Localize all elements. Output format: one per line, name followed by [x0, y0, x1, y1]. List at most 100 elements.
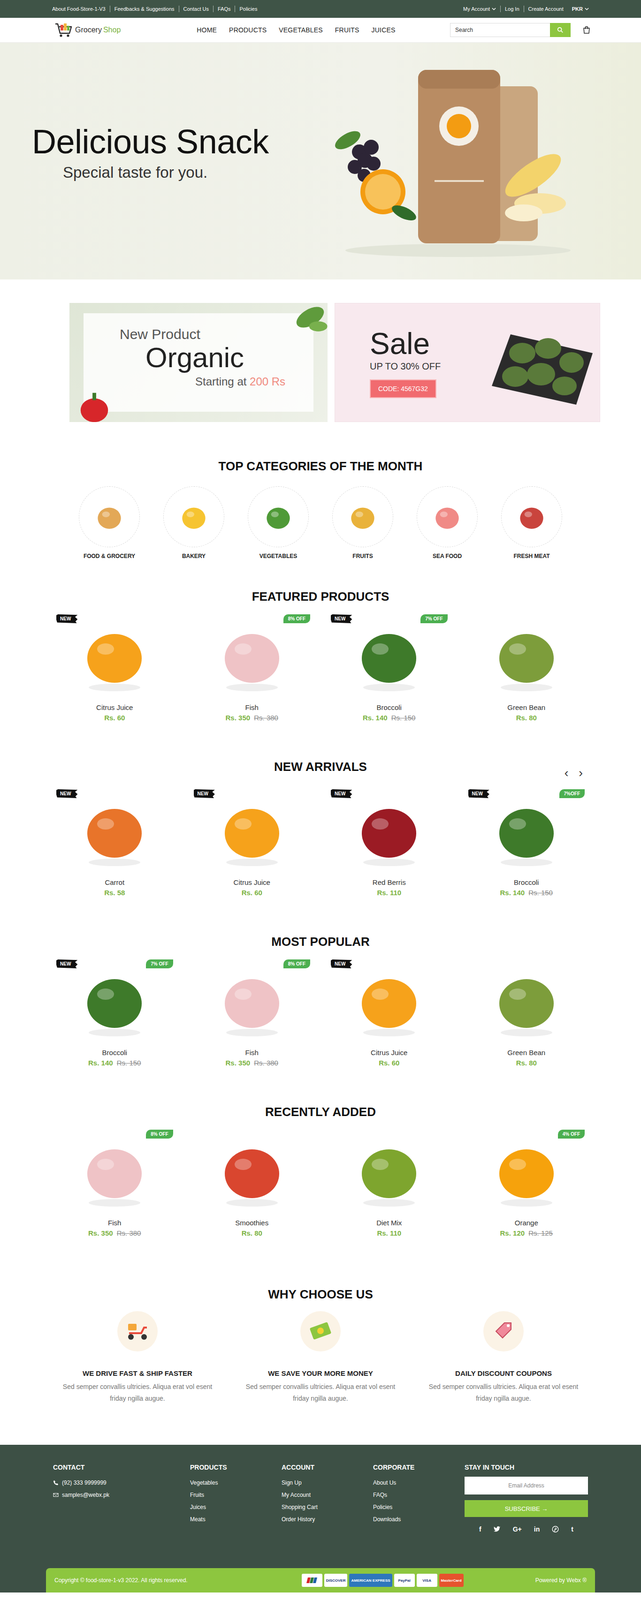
- account-link[interactable]: Create Account: [523, 5, 568, 13]
- product-price: Rs. 60: [378, 1058, 400, 1069]
- nav-item[interactable]: HOME: [196, 26, 217, 34]
- account-link[interactable]: Log In: [500, 5, 524, 13]
- hero-title: Delicious Snack: [31, 122, 269, 161]
- nav-item[interactable]: PRODUCTS: [228, 26, 267, 34]
- footer-link[interactable]: Juices: [190, 1502, 207, 1515]
- footer-heading: CONTACT: [53, 1464, 85, 1473]
- contact-phone[interactable]: (92) 333 9999999: [53, 1477, 107, 1490]
- twitter-icon[interactable]: [493, 1526, 501, 1534]
- product-image-icon: [486, 617, 567, 698]
- discount-badge: 8% OFF: [283, 960, 311, 970]
- carousel-arrow[interactable]: ›: [578, 767, 583, 780]
- product-card[interactable]: NEWCitrus JuiceRs. 60: [45, 612, 184, 724]
- top-link[interactable]: Feedbacks & Suggestions: [109, 5, 179, 13]
- subscribe-button[interactable]: SUBSCRIBE →: [464, 1501, 588, 1519]
- product-card[interactable]: NEW7%OFFBroccoliRs. 140 Rs. 150: [457, 787, 596, 899]
- social-link[interactable]: f: [479, 1526, 482, 1534]
- top-link[interactable]: About Food-Store-1-V3: [47, 5, 110, 13]
- pinterest-icon[interactable]: [551, 1526, 559, 1534]
- email-input[interactable]: [464, 1477, 588, 1496]
- product-name: Citrus Juice: [233, 877, 271, 889]
- nav-item[interactable]: JUICES: [371, 26, 396, 34]
- top-link[interactable]: FAQs: [213, 5, 236, 13]
- category-icon: [514, 500, 549, 535]
- footer-link[interactable]: Shopping Cart: [281, 1502, 318, 1515]
- product-image: NEW: [183, 787, 321, 878]
- product-card[interactable]: NEWCitrus JuiceRs. 60: [320, 958, 458, 1069]
- payment-card: VISA: [416, 1574, 438, 1588]
- product-card[interactable]: NEW7% OFFBroccoliRs. 140 Rs. 150: [320, 612, 458, 724]
- why-title: WE DRIVE FAST & SHIP FASTER: [82, 1370, 193, 1379]
- footer-link[interactable]: FAQs: [373, 1489, 388, 1503]
- new-badge: NEW: [56, 789, 78, 799]
- product-card[interactable]: Diet MixRs. 110: [320, 1128, 458, 1240]
- sale-banner[interactable]: SaleUP TO 30% OFFCODE: 4567G32: [334, 303, 601, 423]
- logo[interactable]: GroceryShop: [53, 22, 121, 39]
- product-card[interactable]: Green BeanRs. 80: [457, 958, 596, 1069]
- nav-item[interactable]: VEGETABLES: [278, 26, 323, 34]
- product-price: Rs. 60: [104, 713, 125, 724]
- category-item[interactable]: VEGETABLES: [236, 486, 321, 560]
- cart-icon[interactable]: [581, 25, 592, 35]
- product-image: NEW7% OFF: [320, 612, 458, 703]
- why-text: Sed semper convallis ultricies. Aliqua e…: [57, 1381, 218, 1406]
- section-title: FEATURED PRODUCTS: [251, 589, 390, 605]
- account-link[interactable]: My Account: [458, 5, 501, 13]
- product-card[interactable]: 4% OFFOrangeRs. 120 Rs. 125: [457, 1128, 596, 1240]
- product-image-icon: [486, 1133, 567, 1214]
- footer-column: CORPORATEAbout UsFAQsPoliciesDownloads: [373, 1464, 465, 1570]
- product-price: Rs. 110: [376, 888, 402, 899]
- product-card[interactable]: NEWCitrus JuiceRs. 60: [183, 787, 321, 899]
- contact-email[interactable]: samples@webx.pk: [53, 1489, 110, 1503]
- product-image-icon: [349, 617, 429, 698]
- category-icon: [176, 500, 211, 535]
- top-link[interactable]: Contact Us: [178, 5, 214, 13]
- new-badge: NEW: [193, 789, 215, 799]
- product-card[interactable]: 8% OFFFishRs. 350 Rs. 380: [183, 958, 321, 1069]
- product-image-icon: [74, 1133, 155, 1214]
- social-link[interactable]: G+: [512, 1526, 522, 1534]
- product-card[interactable]: NEW7% OFFBroccoliRs. 140 Rs. 150: [45, 958, 184, 1069]
- product-price: Rs. 140 Rs. 150: [500, 888, 553, 899]
- organic-banner[interactable]: New ProductOrganicStarting at 200 Rs: [69, 303, 328, 423]
- sale-text: SaleUP TO 30% OFFCODE: 4567G32: [369, 327, 441, 399]
- category-item[interactable]: FRUITS: [320, 486, 405, 560]
- product-card[interactable]: SmoothiesRs. 80: [183, 1128, 321, 1240]
- category-icon: [261, 500, 296, 535]
- product-price: Rs. 80: [241, 1228, 263, 1240]
- footer-link[interactable]: My Account: [281, 1489, 311, 1503]
- new-badge: NEW: [56, 960, 78, 970]
- search-input[interactable]: [450, 22, 550, 38]
- social-link[interactable]: t: [571, 1526, 574, 1534]
- footer-link[interactable]: About Us: [373, 1477, 397, 1490]
- why-icon-circle: [483, 1312, 524, 1353]
- product-image: NEW7% OFF: [45, 958, 184, 1048]
- footer-link[interactable]: Order History: [281, 1514, 315, 1527]
- category-item[interactable]: FRESH MEAT: [489, 486, 574, 560]
- carousel-arrow[interactable]: ‹: [564, 767, 569, 780]
- category-label: SEA FOOD: [432, 553, 462, 560]
- product-name: Smoothies: [235, 1218, 269, 1229]
- product-card[interactable]: 8% OFFFishRs. 350 Rs. 380: [45, 1128, 184, 1240]
- product-card[interactable]: 8% OFFFishRs. 350 Rs. 380: [183, 612, 321, 724]
- category-item[interactable]: BAKERY: [151, 486, 237, 560]
- footer-link[interactable]: Fruits: [190, 1489, 205, 1503]
- footer-link[interactable]: Sign Up: [281, 1477, 302, 1490]
- footer-link[interactable]: Meats: [190, 1514, 206, 1527]
- footer-link[interactable]: Vegetables: [190, 1477, 218, 1490]
- product-name: Orange: [514, 1218, 539, 1229]
- category-item[interactable]: FOOD & GROCERY: [67, 486, 152, 560]
- product-card[interactable]: Green BeanRs. 80: [457, 612, 596, 724]
- footer-link[interactable]: Downloads: [373, 1514, 401, 1527]
- account-link[interactable]: PKR: [567, 5, 594, 13]
- product-image-icon: [349, 962, 429, 1043]
- footer-link[interactable]: Policies: [373, 1502, 393, 1515]
- sale-code[interactable]: CODE: 4567G32: [369, 379, 437, 399]
- product-card[interactable]: NEWCarrotRs. 58: [45, 787, 184, 899]
- nav-item[interactable]: FRUITS: [335, 26, 360, 34]
- search-button[interactable]: [549, 22, 571, 38]
- top-link[interactable]: Policies: [234, 5, 262, 13]
- category-item[interactable]: SEA FOOD: [404, 486, 490, 560]
- social-link[interactable]: in: [534, 1526, 540, 1534]
- product-card[interactable]: NEWRed BerrisRs. 110: [320, 787, 458, 899]
